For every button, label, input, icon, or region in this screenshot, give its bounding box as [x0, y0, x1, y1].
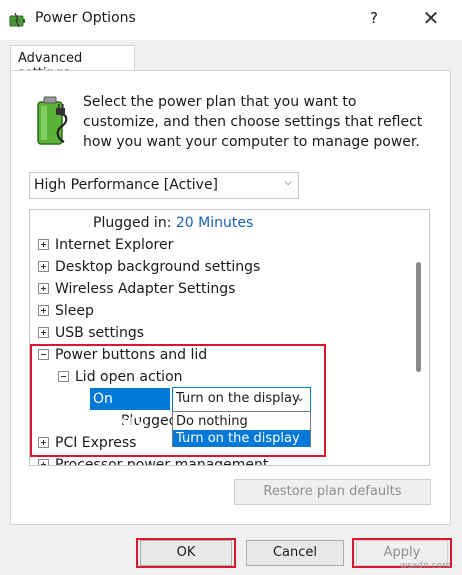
tree-item-label: Sleep [55, 303, 94, 319]
expand-icon[interactable] [38, 239, 49, 250]
power-plan-value: High Performance [Active] [34, 177, 219, 193]
highlight-box-ok [136, 538, 236, 568]
plugged-in-value-link[interactable]: 20 Minutes [176, 215, 253, 231]
expand-icon[interactable] [38, 305, 49, 316]
tree-item-sleep[interactable]: Sleep [38, 300, 94, 322]
tree-item-internet-explorer[interactable]: Internet Explorer [38, 234, 173, 256]
tree-item-label: Wireless Adapter Settings [55, 281, 236, 297]
power-plan-select[interactable]: High Performance [Active] ⌵ [29, 172, 299, 199]
tree-item-label: Desktop background settings [55, 259, 261, 275]
tree-item-desktop-background[interactable]: Desktop background settings [38, 256, 260, 278]
tree-scrollbar-thumb[interactable] [416, 262, 421, 372]
window-title: Power Options [35, 10, 136, 26]
power-options-app-icon [9, 12, 25, 28]
tree-item-usb-settings[interactable]: USB settings [38, 322, 144, 344]
tree-item-label: Internet Explorer [55, 237, 174, 253]
expand-icon[interactable] [38, 327, 49, 338]
cancel-button[interactable]: Cancel [246, 540, 344, 566]
restore-defaults-button[interactable]: Restore plan defaults [234, 479, 431, 505]
plugged-in-label: Plugged in: [93, 215, 172, 231]
plan-description: Select the power plan that you want to c… [83, 94, 423, 150]
highlight-box-power-buttons [30, 344, 326, 457]
chevron-down-icon: ⌵ [284, 177, 292, 188]
expand-icon[interactable] [38, 283, 49, 294]
tree-item-wireless-adapter[interactable]: Wireless Adapter Settings [38, 278, 235, 300]
help-button[interactable]: ? [366, 9, 382, 27]
tree-row-plugged-in: Plugged in: 20 Minutes [93, 212, 253, 234]
expand-icon[interactable] [38, 459, 49, 465]
watermark-text: wsxdn.com [400, 561, 451, 571]
tree-item-label: USB settings [55, 325, 145, 341]
close-button[interactable]: ✕ [420, 6, 442, 30]
battery-plug-icon [37, 96, 68, 145]
expand-icon[interactable] [38, 261, 49, 272]
title-bar: Power Options ? ✕ [0, 0, 462, 40]
tree-item-label: Processor power management [55, 457, 269, 466]
tab-advanced-settings[interactable]: Advanced settings [10, 45, 135, 81]
